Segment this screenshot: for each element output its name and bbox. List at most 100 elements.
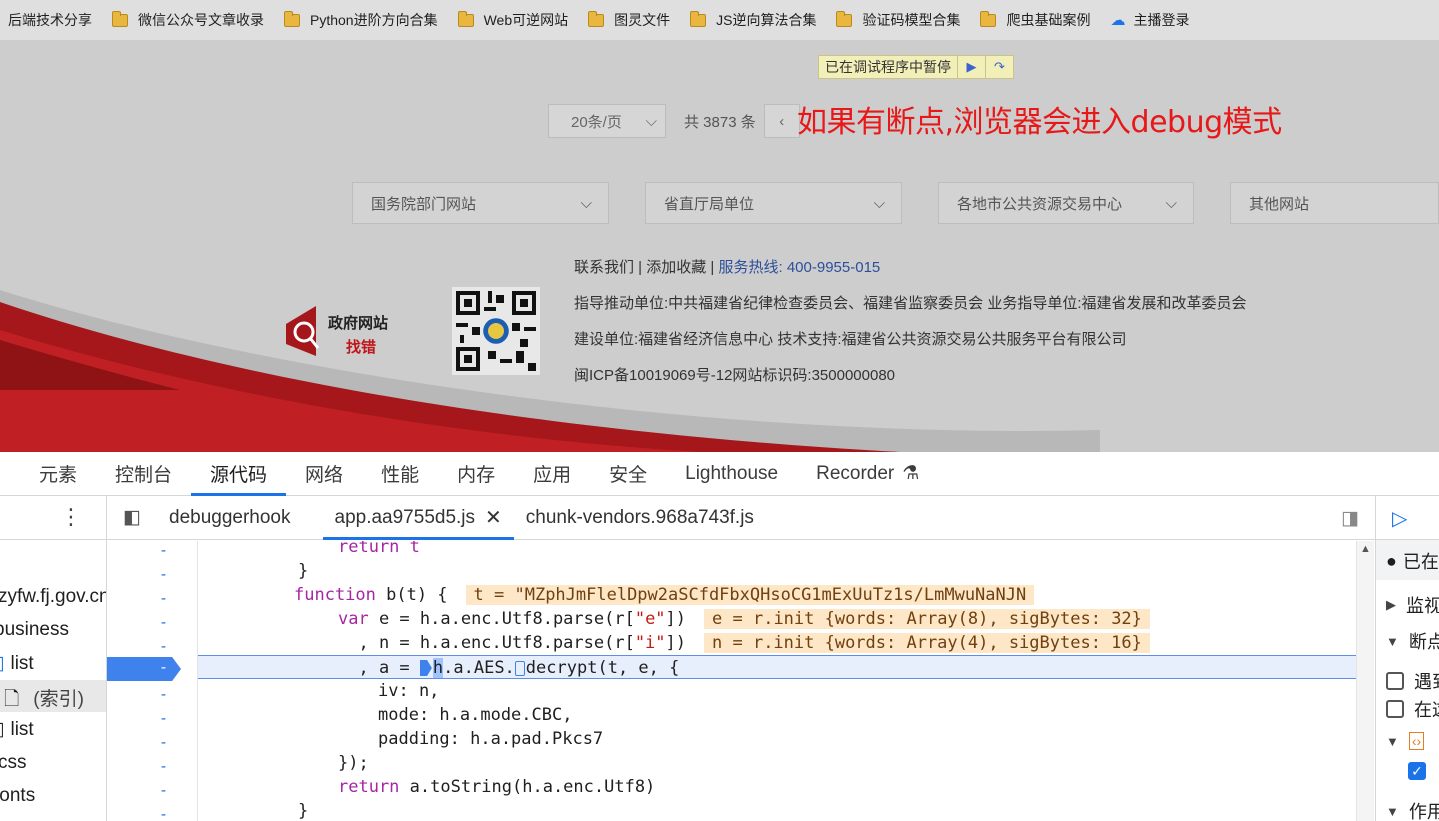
- tab-application[interactable]: 应用: [514, 452, 590, 496]
- editor-scrollbar[interactable]: ▲: [1356, 541, 1374, 821]
- folder-icon: [588, 10, 605, 27]
- caret-right-icon: ▶: [1386, 597, 1396, 612]
- select-label: 各地市公共资源交易中心: [957, 195, 1123, 213]
- bookmark-js-reverse[interactable]: JS逆向算法合集: [690, 10, 816, 30]
- code-line: function b(t) {t = "MZphJmFlelDpw2aSCfdF…: [198, 583, 1356, 607]
- editor-tab-app[interactable]: app.aa9755d5.js ✕: [322, 496, 515, 540]
- bookmark-backend[interactable]: 后端技术分享: [8, 10, 92, 30]
- file-code-icon: ‹›: [1408, 732, 1425, 750]
- tab-network[interactable]: 网络: [286, 452, 362, 496]
- tree-item-list-2[interactable]: ▯ list: [0, 718, 34, 741]
- file-icon: 🗋: [4, 689, 20, 710]
- tree-item-list[interactable]: ▯ list: [0, 652, 34, 675]
- checkbox-checked[interactable]: ✓: [1408, 762, 1426, 780]
- tab-label: 元素: [39, 465, 78, 486]
- tab-console[interactable]: 控制台: [96, 452, 191, 496]
- toggle-debugger-icon[interactable]: ◨: [1341, 507, 1359, 530]
- bookmark-crawler[interactable]: 爬虫基础案例: [980, 10, 1090, 30]
- gutter-mark[interactable]: -: [159, 781, 168, 799]
- tab-security[interactable]: 安全: [590, 452, 666, 496]
- gutter-mark[interactable]: -: [159, 637, 168, 655]
- resume-icon[interactable]: ▷: [1392, 506, 1407, 531]
- select-state-council[interactable]: 国务院部门网站 ⌵: [352, 182, 609, 224]
- web-page: 已在调试程序中暂停 ▶ ↷ 20条/页 ⌵ 共 3873 条 ‹ 如果有断点,浏览…: [0, 40, 1439, 452]
- pause-on-caught[interactable]: 在这: [1386, 696, 1439, 722]
- line-gutter[interactable]: - - - - - - - - - - - -: [107, 541, 198, 821]
- breakpoint-file-group[interactable]: ▼ ‹›: [1386, 732, 1425, 750]
- gutter-mark[interactable]: -: [159, 805, 168, 821]
- code-token: });: [338, 753, 369, 773]
- breakpoint-enabled[interactable]: ✓: [1408, 762, 1436, 780]
- code-token: , n = h.a.enc.Utf8.parse(r[: [338, 633, 635, 653]
- bookmark-streamer-login[interactable]: ☁ 主播登录: [1110, 10, 1189, 30]
- bookmark-label: 图灵文件: [614, 12, 671, 28]
- inline-value[interactable]: n = r.init {words: Array(4), sigBytes: 1…: [704, 633, 1150, 653]
- code-editor[interactable]: - - - - - - - - - - - - return t } funct…: [107, 541, 1356, 821]
- tab-recorder[interactable]: Recorder ⚗: [797, 452, 938, 496]
- checkbox[interactable]: [1386, 672, 1404, 690]
- inline-value[interactable]: t = "MZphJmFlelDpw2aSCfdFbxQHsoCG1mExUuT…: [465, 585, 1035, 605]
- bookmark-label: JS逆向算法合集: [716, 12, 817, 28]
- tab-sources[interactable]: 源代码: [191, 452, 287, 496]
- code-token: e = h.a.enc.Utf8.parse(r[: [368, 609, 635, 629]
- section-scope[interactable]: ▼ 作用: [1386, 798, 1439, 821]
- select-label: 省直厅局单位: [664, 195, 755, 213]
- editor-tabs: ◧ debuggerhook app.aa9755d5.js ✕ chunk-ve…: [107, 496, 1375, 540]
- section-watch[interactable]: ▶ 监视: [1386, 592, 1439, 618]
- gutter-mark[interactable]: -: [159, 589, 168, 607]
- tab-elements[interactable]: 元素: [20, 452, 96, 496]
- step-over-icon[interactable]: ↷: [985, 56, 1013, 78]
- gutter-mark[interactable]: -: [159, 613, 168, 631]
- tree-item-label: list: [10, 719, 34, 740]
- tree-item-domain[interactable]: zyfw.fj.gov.cn: [0, 586, 106, 608]
- inline-value[interactable]: e = r.init {words: Array(8), sigBytes: 3…: [704, 609, 1150, 629]
- code-line: var e = h.a.enc.Utf8.parse(r["e"]) e = r.…: [198, 607, 1356, 631]
- gutter-mark[interactable]: -: [159, 757, 168, 775]
- tree-item-fonts[interactable]: fonts: [0, 785, 35, 807]
- close-icon[interactable]: ✕: [485, 505, 502, 530]
- editor-tab-debuggerhook[interactable]: debuggerhook: [157, 496, 303, 540]
- code-line: padding: h.a.pad.Pkcs7: [198, 727, 1356, 751]
- tab-performance[interactable]: 性能: [362, 452, 438, 496]
- select-other-sites[interactable]: 其他网站: [1230, 182, 1439, 224]
- select-city-center[interactable]: 各地市公共资源交易中心 ⌵: [938, 182, 1194, 224]
- bookmark-turing[interactable]: 图灵文件: [588, 10, 670, 30]
- editor-tab-chunk-vendors[interactable]: chunk-vendors.968a743f.js: [514, 496, 766, 540]
- tree-item-index[interactable]: 🗋 (索引): [0, 680, 106, 712]
- scroll-up-icon[interactable]: ▲: [1360, 543, 1371, 555]
- folder-icon: [690, 10, 707, 27]
- bookmark-python[interactable]: Python进阶方向合集: [284, 10, 438, 30]
- contact-link[interactable]: 联系我们: [574, 259, 634, 276]
- page-size-select[interactable]: 20条/页 ⌵: [548, 104, 666, 138]
- tree-item-business[interactable]: business: [0, 619, 69, 641]
- bookmark-captcha[interactable]: 验证码模型合集: [836, 10, 960, 30]
- section-breakpoints[interactable]: ▼ 断点: [1386, 628, 1439, 654]
- more-options-icon[interactable]: ⋮: [60, 504, 82, 530]
- resume-icon[interactable]: ▶: [957, 56, 985, 78]
- tree-item-css[interactable]: css: [0, 752, 27, 774]
- gutter-mark[interactable]: -: [159, 565, 168, 583]
- checkbox[interactable]: [1386, 700, 1404, 718]
- gutter-mark[interactable]: -: [159, 733, 168, 751]
- tab-memory[interactable]: 内存: [438, 452, 514, 496]
- gutter-mark[interactable]: -: [159, 541, 168, 559]
- bookmark-wechat[interactable]: 微信公众号文章收录: [112, 10, 264, 30]
- gutter-mark[interactable]: -: [159, 709, 168, 727]
- code-token: iv: n,: [378, 681, 440, 701]
- continue-to-here-icon[interactable]: [514, 660, 525, 676]
- gov-site-error-logo[interactable]: 政府网站 找错: [284, 304, 402, 360]
- breakpoint-marker[interactable]: -: [107, 657, 181, 681]
- file-navigator: ⋮ zyfw.fj.gov.cn business ▯ list 🗋 (索引) ▯ l…: [0, 496, 107, 821]
- favorite-link[interactable]: 添加收藏: [646, 259, 706, 276]
- bookmark-web-reverse[interactable]: Web可逆网站: [457, 10, 568, 30]
- tab-lighthouse[interactable]: Lighthouse: [666, 452, 797, 496]
- select-province-dept[interactable]: 省直厅局单位 ⌵: [645, 182, 902, 224]
- pause-on-uncaught[interactable]: 遇到: [1386, 668, 1439, 694]
- info-icon: ●: [1386, 550, 1397, 571]
- code-token: }: [298, 561, 309, 581]
- gutter-mark[interactable]: -: [159, 685, 168, 703]
- prev-page-button[interactable]: ‹: [763, 104, 800, 138]
- devtools-panel: 元素 控制台 源代码 网络 性能 内存 应用 安全 Lighthouse Rec…: [0, 452, 1439, 821]
- toggle-navigator-icon[interactable]: ◧: [107, 506, 157, 529]
- chevron-down-icon: ⌵: [873, 194, 885, 212]
